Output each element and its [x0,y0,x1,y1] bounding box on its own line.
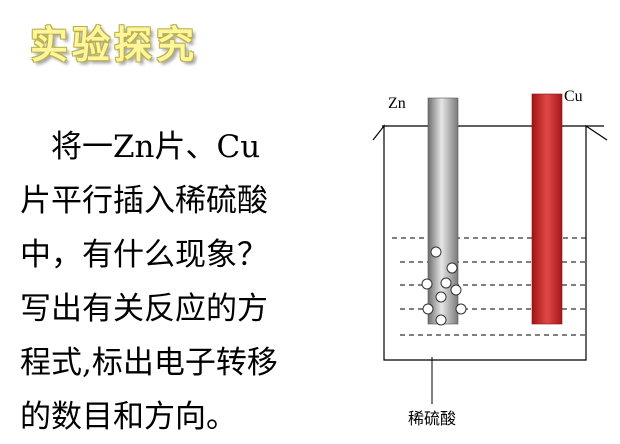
gas-bubble [421,278,433,290]
question-text: 将一Zn片、Cu 片平行插入稀硫酸 中，有什么现象？ 写出有关反应的方 程式,标… [20,129,278,435]
gas-bubble [455,303,467,315]
slide-title: 实验探究 [30,23,199,67]
gas-bubble [446,262,458,274]
solution-label: 稀硫酸 [408,409,457,428]
copper-label: Cu [564,88,583,105]
copper-electrode [531,93,563,325]
gas-bubble [435,291,447,303]
gas-bubble [430,246,442,258]
gas-bubble [422,303,434,315]
beaker-diagram [372,93,608,404]
gas-bubble [450,284,462,296]
gas-bubble [440,277,452,289]
beaker-wall [372,124,608,361]
zinc-label: Zn [388,95,406,112]
gas-bubble [435,314,447,326]
